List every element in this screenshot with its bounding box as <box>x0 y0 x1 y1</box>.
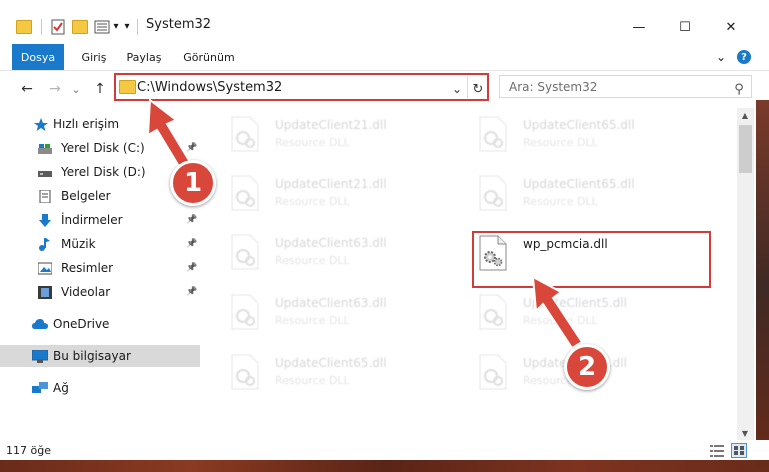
arrow-1 <box>146 98 192 170</box>
callout-1: 1 <box>170 160 216 206</box>
arrow-2 <box>531 275 584 350</box>
callout-2: 2 <box>564 344 610 390</box>
annotation-arrows <box>146 98 584 350</box>
